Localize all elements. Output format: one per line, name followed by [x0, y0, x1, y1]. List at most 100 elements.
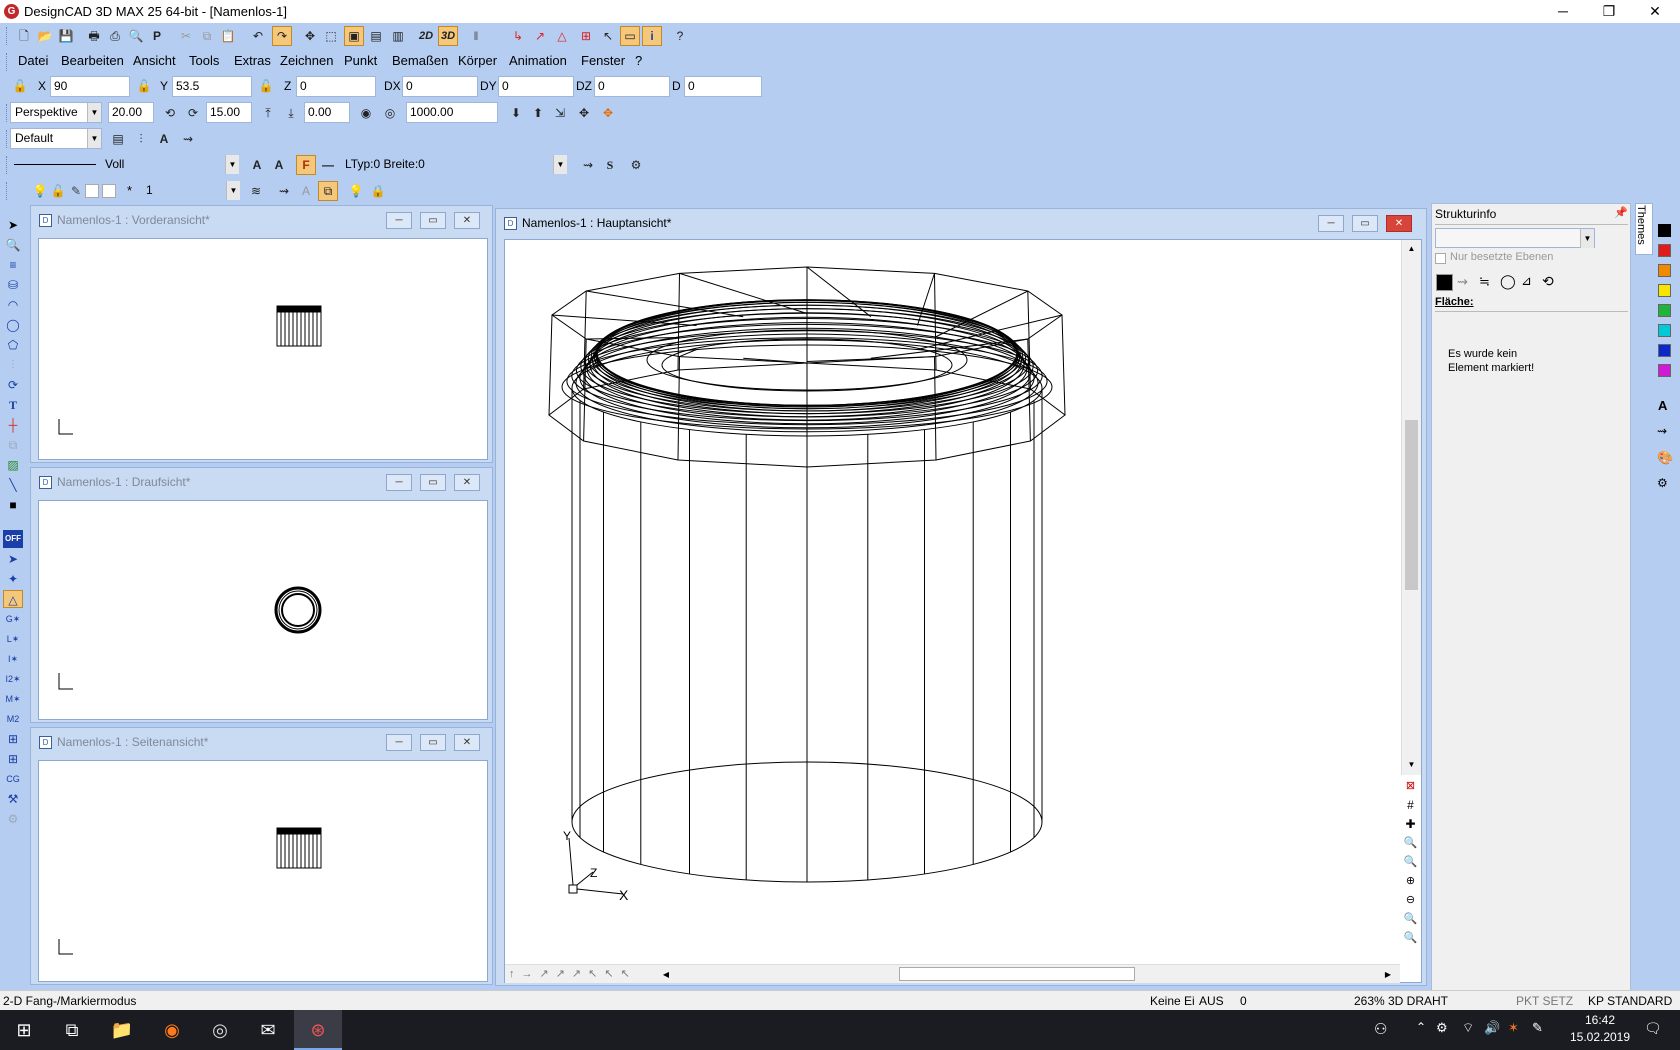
- top-view-canvas[interactable]: [38, 500, 488, 720]
- panel-dimension-icon[interactable]: ⊿: [1521, 273, 1532, 289]
- dz-field[interactable]: 0: [594, 76, 670, 97]
- tray-app-icon[interactable]: ✶: [1508, 1020, 1519, 1036]
- window-close-button[interactable]: ✕: [454, 212, 480, 229]
- rotate-right-icon[interactable]: ⟳: [183, 103, 203, 123]
- save-icon[interactable]: 💾: [56, 26, 76, 46]
- snap-hand-icon[interactable]: ⚒: [3, 790, 23, 808]
- 3d-mode-button[interactable]: 3D: [438, 26, 458, 46]
- menu-animation[interactable]: Animation: [509, 53, 567, 68]
- polygon-tool-icon[interactable]: ⬠: [3, 336, 23, 354]
- zoom-all-icon[interactable]: 🔍: [1403, 855, 1418, 870]
- layer-hatch-swatch[interactable]: [102, 184, 116, 198]
- close-button[interactable]: ✕: [1632, 0, 1678, 23]
- window-close-button[interactable]: ✕: [454, 474, 480, 491]
- palette-paint-icon[interactable]: 🎨: [1657, 450, 1673, 466]
- point-icon[interactable]: ↳: [508, 26, 528, 46]
- menu-zeichnen[interactable]: Zeichnen: [280, 53, 333, 68]
- color-swatch-black[interactable]: [1436, 274, 1453, 291]
- palette-color-0[interactable]: [1658, 224, 1671, 237]
- menu-datei[interactable]: Datei: [18, 53, 48, 68]
- clock-date[interactable]: 15.02.2019: [1560, 1030, 1640, 1044]
- lock-z-icon[interactable]: 🔓: [256, 76, 276, 96]
- main-view-canvas[interactable]: X Y Z ▲ ▼ ⊠ # ✚ 🔍 🔍 ⊕ ⊖ 🔍 🔍 ↑→↗↗↗↖↖↖ ◀ ▶: [504, 239, 1422, 983]
- menu-tools[interactable]: Tools: [189, 53, 219, 68]
- toolbar-grip[interactable]: [6, 27, 9, 45]
- designcad-taskbar-icon[interactable]: ⊛: [294, 1010, 342, 1050]
- viewport3-icon[interactable]: ▥: [388, 26, 408, 46]
- palette-brush-icon[interactable]: ⇝: [1657, 424, 1667, 438]
- rotate-tool-icon[interactable]: ⟳: [3, 376, 23, 394]
- panel-brush-icon[interactable]: ⇝: [1457, 274, 1468, 290]
- palette-color-5[interactable]: [1658, 324, 1671, 337]
- arrow-select-icon[interactable]: ➤: [3, 216, 23, 234]
- zoom-disabled-icon[interactable]: 🔍: [1403, 931, 1418, 946]
- mail-icon[interactable]: ✉: [244, 1010, 292, 1050]
- grid-icon[interactable]: #: [1403, 798, 1418, 813]
- move-down-icon[interactable]: ⬇: [506, 103, 526, 123]
- viewport-icon[interactable]: ▣: [344, 26, 364, 46]
- horizontal-scroll-thumb[interactable]: [899, 967, 1135, 981]
- viewbar-grip[interactable]: [6, 104, 9, 122]
- network-icon[interactable]: ⌔: [1462, 1020, 1474, 1036]
- snap-magic-icon[interactable]: ✦: [3, 570, 23, 588]
- window-minimize-button[interactable]: ─: [386, 212, 412, 229]
- scroll-right-icon[interactable]: ▶: [1381, 967, 1395, 982]
- zoom-previous-icon[interactable]: 🔍: [1403, 912, 1418, 927]
- file-explorer-icon[interactable]: 📁: [98, 1010, 146, 1050]
- app-circle-icon[interactable]: ◎: [196, 1010, 244, 1050]
- tilt-up-icon[interactable]: ⤒: [258, 103, 278, 123]
- y-field[interactable]: 53.5: [172, 76, 252, 97]
- menu-extras[interactable]: Extras: [234, 53, 271, 68]
- parallel-icon[interactable]: ‖: [466, 26, 486, 46]
- text-style-icon[interactable]: A: [154, 129, 174, 149]
- print-icon[interactable]: 🖶: [84, 26, 104, 46]
- grid-point-icon[interactable]: ⊞: [576, 26, 596, 46]
- snap-i-icon[interactable]: I✶: [3, 650, 23, 668]
- window-caption[interactable]: D Namenlos-1 : Vorderansicht* ─ ▭ ✕: [31, 206, 492, 234]
- palette-color-6[interactable]: [1658, 344, 1671, 357]
- center-icon[interactable]: ✥: [574, 103, 594, 123]
- pencil-icon[interactable]: ✎: [66, 181, 86, 201]
- zoom-window-icon[interactable]: 🔍: [1403, 836, 1418, 851]
- lock-x-icon[interactable]: 🔓: [10, 76, 30, 96]
- print-setup-icon[interactable]: ⎙: [105, 26, 125, 46]
- open-file-icon[interactable]: 📂: [35, 26, 55, 46]
- volume-icon[interactable]: 🔊: [1484, 1020, 1500, 1036]
- view-value3-field[interactable]: 0.00: [304, 102, 350, 123]
- people-icon[interactable]: ⚇: [1374, 1020, 1387, 1038]
- text-tool-icon[interactable]: T: [3, 396, 23, 414]
- snap-cursor-icon[interactable]: ➤: [3, 550, 23, 568]
- copy-icon[interactable]: ⧉: [197, 26, 217, 46]
- themes-tab[interactable]: Themes: [1632, 203, 1654, 263]
- menu-bearbeiten[interactable]: Bearbeiten: [61, 53, 124, 68]
- tray-chevron-icon[interactable]: ⌃: [1416, 1020, 1426, 1034]
- palette-color-4[interactable]: [1658, 304, 1671, 317]
- pdf-icon[interactable]: P: [147, 26, 167, 46]
- panel-circle-icon[interactable]: ◯: [1500, 273, 1516, 290]
- cylinder-tool-icon[interactable]: ⛁: [3, 276, 23, 294]
- snap-gear-icon[interactable]: ⚙: [3, 810, 23, 828]
- window-minimize-button[interactable]: ─: [1318, 215, 1344, 232]
- undo-icon[interactable]: ↶: [248, 26, 268, 46]
- walk-icon[interactable]: ⇲: [550, 103, 570, 123]
- scroll-down-icon[interactable]: ▼: [1404, 758, 1419, 772]
- menu-ansicht[interactable]: Ansicht: [133, 53, 176, 68]
- minimize-button[interactable]: ─: [1540, 0, 1586, 23]
- print-preview-icon[interactable]: 🔍: [126, 26, 146, 46]
- panel-toggle-icon[interactable]: ▭: [620, 26, 640, 46]
- ltype-select[interactable]: LTyp:0 Breite:0 ▼: [340, 154, 568, 175]
- draw-direction-icons[interactable]: ↑→↗↗↗↖↖↖: [509, 967, 659, 982]
- notification-icon[interactable]: 🗨: [1644, 1020, 1662, 1037]
- redo-icon[interactable]: ↷: [272, 26, 292, 46]
- palette-text-icon[interactable]: A: [1658, 398, 1667, 413]
- layer-copy-icon[interactable]: ⧉: [318, 181, 338, 201]
- fill-tool-icon[interactable]: ■: [3, 496, 23, 514]
- snap-m-icon[interactable]: M✶: [3, 690, 23, 708]
- fill-button[interactable]: F: [296, 155, 316, 175]
- projection-select[interactable]: Perspektive ▼: [10, 102, 102, 123]
- front-view-canvas[interactable]: [38, 238, 488, 460]
- window-maximize-button[interactable]: ▭: [420, 474, 446, 491]
- line-style-select[interactable]: Voll ▼: [100, 154, 240, 175]
- tray-gear-icon[interactable]: ⚙: [1436, 1020, 1448, 1036]
- snap-grid-icon[interactable]: ⊞: [3, 730, 23, 748]
